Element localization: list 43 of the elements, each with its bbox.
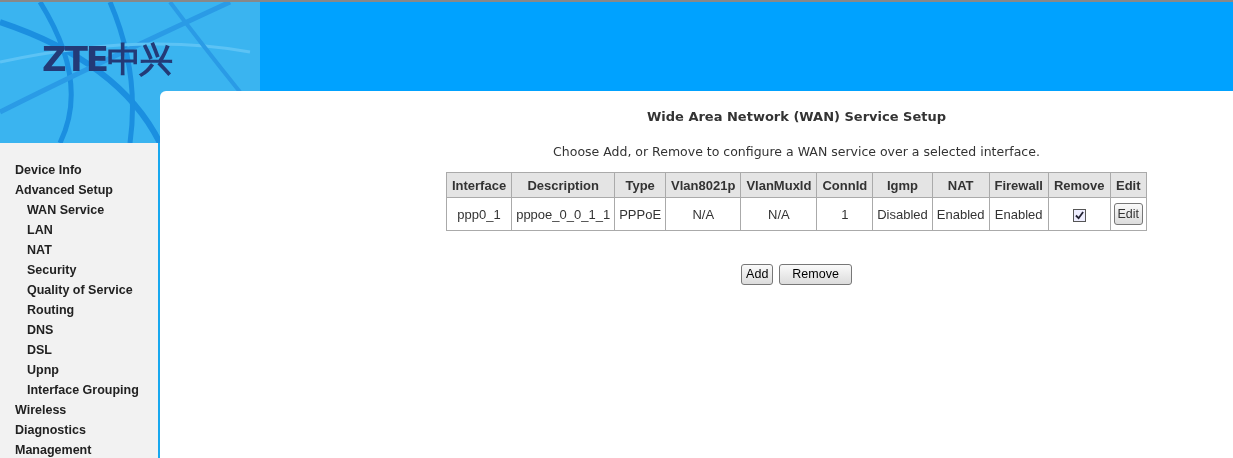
nav-link[interactable]: LAN xyxy=(15,220,158,240)
nav-link[interactable]: WAN Service xyxy=(15,200,158,220)
nav-link[interactable]: DNS xyxy=(15,320,158,340)
column-header: Vlan8021p xyxy=(665,172,741,198)
remove-checkbox[interactable] xyxy=(1072,208,1086,222)
logo: ZTE中兴 xyxy=(42,41,172,76)
page-title: Wide Area Network (WAN) Service Setup xyxy=(645,108,948,126)
add-button[interactable]: Add xyxy=(741,264,774,286)
table-cell: Enabled xyxy=(932,197,989,231)
column-header: NAT xyxy=(932,172,989,198)
nav-link[interactable]: Device Info xyxy=(15,160,158,180)
nav-link[interactable]: Routing xyxy=(15,300,158,320)
check-icon xyxy=(1074,210,1084,220)
column-header: Remove xyxy=(1048,172,1110,198)
nav-link[interactable]: Interface Grouping xyxy=(15,380,158,400)
column-header: Type xyxy=(614,172,666,198)
nav-link[interactable]: NAT xyxy=(15,240,158,260)
nav-link[interactable]: Upnp xyxy=(15,360,158,380)
table-cell: N/A xyxy=(740,197,817,231)
column-header: ConnId xyxy=(816,172,873,198)
nav-link[interactable]: Management xyxy=(15,440,158,458)
table-cell: N/A xyxy=(665,197,741,231)
nav-link[interactable]: DSL xyxy=(15,340,158,360)
column-header: Firewall xyxy=(989,172,1049,198)
table-cell: Disabled xyxy=(872,197,933,231)
table-cell: Enabled xyxy=(989,197,1049,231)
remove-button[interactable]: Remove xyxy=(779,264,852,286)
nav-link[interactable]: Security xyxy=(15,260,158,280)
edit-button[interactable]: Edit xyxy=(1113,203,1144,226)
table-cell: ppp0_1 xyxy=(446,197,512,231)
table-cell: pppoe_0_0_1_1 xyxy=(511,197,615,231)
column-header: Edit xyxy=(1110,172,1147,198)
column-header: Interface xyxy=(446,172,512,198)
column-header: VlanMuxId xyxy=(740,172,817,198)
nav-link[interactable]: Advanced Setup xyxy=(15,180,158,200)
column-header: Description xyxy=(511,172,615,198)
nav-link[interactable]: Wireless xyxy=(15,400,158,420)
table-cell: PPPoE xyxy=(614,197,666,231)
nav-link[interactable]: Diagnostics xyxy=(15,420,158,440)
column-header: Igmp xyxy=(872,172,933,198)
page-description: Choose Add, or Remove to configure a WAN service over a selected interface. xyxy=(552,142,1041,161)
nav-link[interactable]: Quality of Service xyxy=(15,280,158,300)
table-cell: 1 xyxy=(816,197,873,231)
